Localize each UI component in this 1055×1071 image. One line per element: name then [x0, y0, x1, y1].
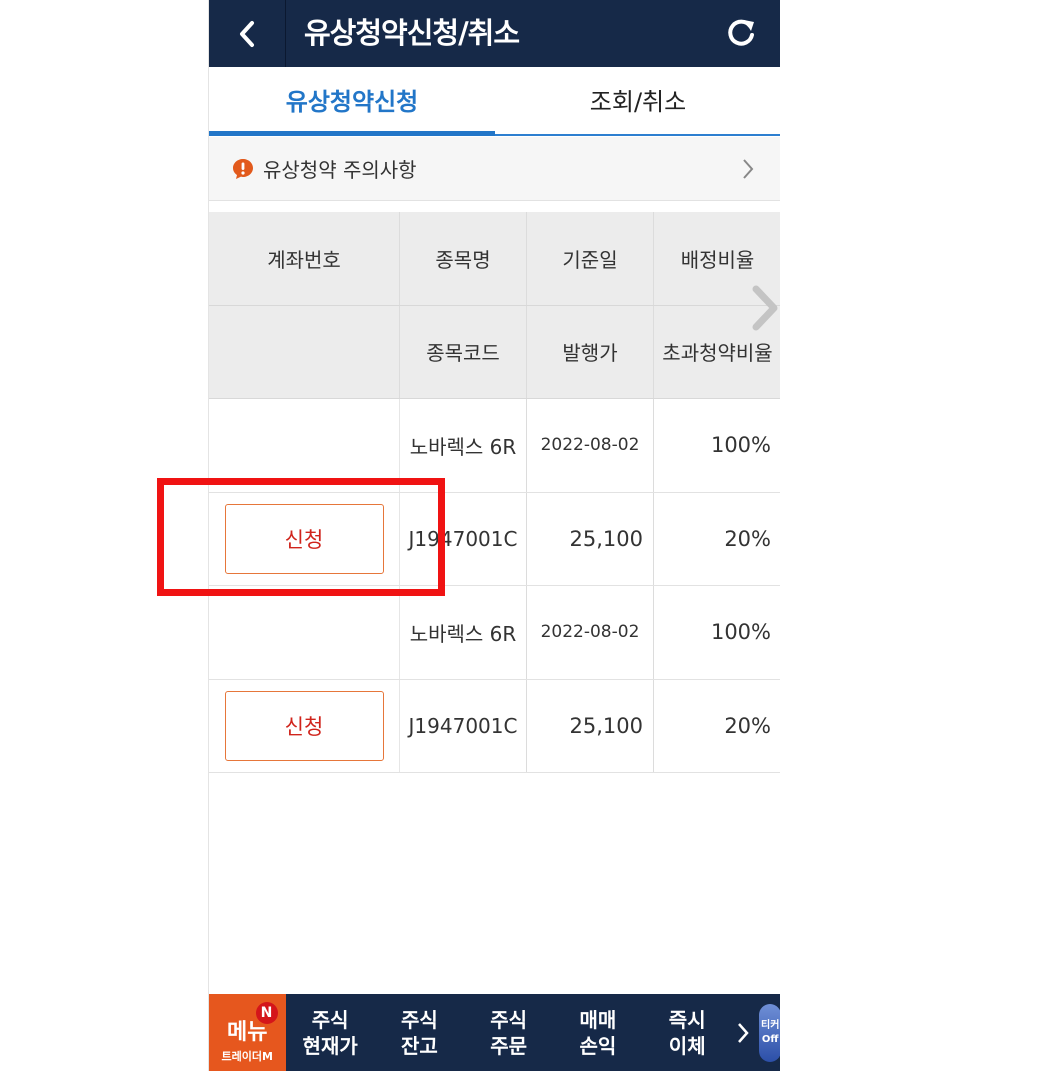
excess-ratio-cell: 20% — [654, 492, 780, 585]
bottom-quick-bar: 메뉴 N 트레이더M 주식 현재가 주식 잔고 주식 주문 매매 손익 즉시 이… — [209, 994, 780, 1071]
header-account-number: 계좌번호 — [209, 212, 400, 305]
header-divider — [285, 0, 286, 67]
chevron-right-icon — [737, 1022, 749, 1043]
header-bar: 유상청약신청/취소 — [209, 0, 780, 67]
apply-cell: 신청 — [209, 679, 400, 772]
allocation-ratio-cell: 100% — [654, 586, 780, 679]
brand-label: 트레이더M — [221, 1050, 273, 1063]
header-stock-name: 종목명 — [400, 212, 527, 305]
apply-button[interactable]: 신청 — [224, 690, 384, 761]
allocation-ratio-cell: 100% — [654, 399, 780, 492]
quick-link-stock-price[interactable]: 주식 현재가 — [286, 994, 375, 1071]
issue-price-cell: 25,100 — [527, 679, 654, 772]
stock-name-cell: 노바렉스 6R — [400, 586, 527, 679]
header-base-date: 기준일 — [527, 212, 654, 305]
issue-price-cell: 25,100 — [527, 492, 654, 585]
table-row: 노바렉스 6R 2022-08-02 100% — [209, 586, 780, 680]
excess-ratio-cell: 20% — [654, 679, 780, 772]
alert-icon — [233, 158, 253, 179]
header-stock-code: 종목코드 — [400, 305, 527, 398]
tab-bar: 유상청약신청 조회/취소 — [209, 67, 780, 136]
quick-link-instant-transfer[interactable]: 즉시 이체 — [643, 994, 732, 1071]
scroll-right-icon[interactable] — [750, 285, 780, 331]
header-issue-price: 발행가 — [527, 305, 654, 398]
stock-code-cell: J1947001C — [400, 679, 527, 772]
menu-button[interactable]: 메뉴 N 트레이더M — [209, 994, 286, 1071]
header-empty — [209, 305, 400, 398]
base-date-cell: 2022-08-02 — [527, 399, 654, 492]
notice-text: 유상청약 주의사항 — [263, 158, 417, 182]
page-title: 유상청약신청/취소 — [304, 16, 520, 50]
back-button[interactable] — [209, 0, 285, 67]
quick-link-stock-order[interactable]: 주식 주문 — [464, 994, 553, 1071]
ticker-toggle[interactable]: 티커 Off — [759, 1004, 780, 1062]
highlight-box — [157, 478, 445, 596]
quick-link-trade-pnl[interactable]: 매매 손익 — [553, 994, 642, 1071]
base-date-cell: 2022-08-02 — [527, 586, 654, 679]
chevron-right-icon — [743, 159, 754, 179]
tab-inquiry-cancel[interactable]: 조회/취소 — [495, 67, 780, 134]
table-row: 신청 J1947001C 25,100 20% — [209, 679, 780, 773]
notice-link[interactable]: 유상청약 주의사항 — [209, 137, 780, 201]
refresh-button[interactable] — [721, 13, 761, 53]
quick-link-stock-balance[interactable]: 주식 잔고 — [375, 994, 464, 1071]
quick-bar-next-button[interactable] — [732, 994, 754, 1071]
tab-subscription-apply[interactable]: 유상청약신청 — [209, 67, 495, 136]
table-header-row: 종목코드 발행가 초과청약비율 — [209, 305, 780, 399]
refresh-icon — [728, 19, 754, 46]
table-header-row: 계좌번호 종목명 기준일 배정비율 — [209, 212, 780, 306]
chevron-left-icon — [240, 20, 254, 47]
new-badge: N — [255, 1002, 278, 1024]
account-cell — [209, 586, 400, 679]
